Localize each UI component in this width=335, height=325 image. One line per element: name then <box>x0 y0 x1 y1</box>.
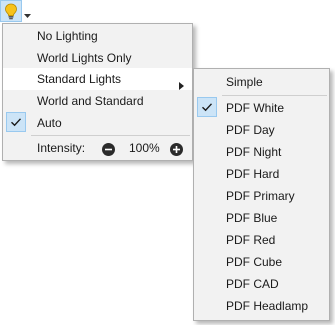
submenu-item-pdf-blue[interactable]: PDF Blue <box>194 207 329 229</box>
standard-lights-submenu: Simple PDF White PDF Day PDF Night PDF H… <box>193 68 330 321</box>
submenu-item-pdf-hard[interactable]: PDF Hard <box>194 163 329 185</box>
submenu-item-label: PDF Cube <box>226 255 283 269</box>
intensity-label: Intensity: <box>37 141 86 155</box>
menu-separator <box>31 135 190 136</box>
submenu-item-label: PDF Day <box>226 123 275 137</box>
menu-item-no-lighting[interactable]: No Lighting <box>3 25 192 47</box>
menu-item-standard-lights[interactable]: Standard Lights <box>3 68 192 90</box>
submenu-item-label: PDF Hard <box>226 167 280 181</box>
increase-intensity-button[interactable] <box>170 141 183 163</box>
submenu-item-label: PDF Primary <box>226 189 295 203</box>
menu-item-label: World Lights Only <box>37 51 132 65</box>
lighting-menu: No Lighting World Lights Only Standard L… <box>2 23 193 161</box>
submenu-item-simple[interactable]: Simple <box>194 71 329 93</box>
menu-item-world-and-standard[interactable]: World and Standard <box>3 90 192 112</box>
intensity-value: 100% <box>129 141 160 155</box>
submenu-item-label: PDF Night <box>226 145 282 159</box>
menu-item-auto[interactable]: Auto <box>3 112 192 134</box>
lightbulb-icon <box>4 3 18 23</box>
intensity-row: Intensity: 100% <box>3 137 192 159</box>
submenu-item-pdf-headlamp[interactable]: PDF Headlamp <box>194 295 329 317</box>
submenu-item-pdf-primary[interactable]: PDF Primary <box>194 185 329 207</box>
submenu-item-label: PDF Blue <box>226 211 278 225</box>
submenu-item-pdf-red[interactable]: PDF Red <box>194 229 329 251</box>
menu-item-label: Auto <box>37 116 62 130</box>
submenu-item-label: PDF Red <box>226 233 276 247</box>
submenu-item-pdf-cube[interactable]: PDF Cube <box>194 251 329 273</box>
menu-separator <box>222 95 327 96</box>
decrease-intensity-button[interactable] <box>102 141 115 163</box>
submenu-item-pdf-white[interactable]: PDF White <box>194 97 329 119</box>
submenu-item-pdf-night[interactable]: PDF Night <box>194 141 329 163</box>
checkmark-icon <box>6 112 26 132</box>
submenu-item-label: PDF White <box>226 101 285 115</box>
submenu-item-pdf-day[interactable]: PDF Day <box>194 119 329 141</box>
menu-item-label: Standard Lights <box>37 72 122 86</box>
submenu-item-label: PDF CAD <box>226 277 279 291</box>
submenu-item-label: PDF Headlamp <box>226 299 309 313</box>
submenu-item-label: Simple <box>226 75 263 89</box>
submenu-item-pdf-cad[interactable]: PDF CAD <box>194 273 329 295</box>
checkmark-icon <box>197 97 217 117</box>
menu-item-world-lights-only[interactable]: World Lights Only <box>3 47 192 69</box>
menu-item-label: No Lighting <box>37 29 98 43</box>
menu-item-label: World and Standard <box>37 94 144 108</box>
lighting-toolbar-button[interactable] <box>0 0 22 22</box>
caret-down-icon[interactable] <box>24 8 31 22</box>
